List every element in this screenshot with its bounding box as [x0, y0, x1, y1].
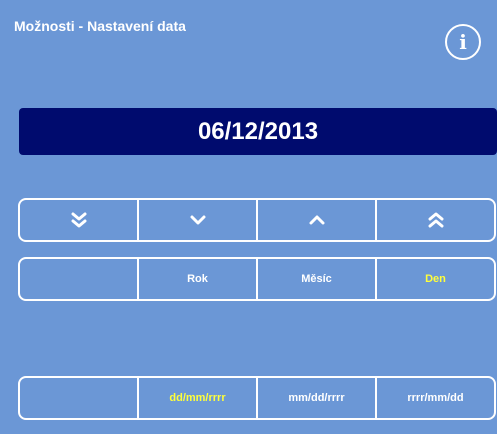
date-display: 06/12/2013: [19, 108, 497, 155]
format-mdy-button[interactable]: mm/dd/rrrr: [256, 378, 375, 418]
date-value: 06/12/2013: [197, 117, 319, 145]
field-year-button[interactable]: Rok: [137, 259, 256, 299]
format-blank: [20, 378, 137, 418]
increase-fast-button[interactable]: [375, 200, 494, 240]
field-day-button[interactable]: Den: [375, 259, 494, 299]
adjust-buttons: [18, 198, 496, 242]
double-chevron-up-icon: [428, 212, 443, 228]
field-selector: Rok Měsíc Den: [18, 257, 496, 301]
page-title: Možnosti - Nastavení data: [14, 18, 186, 34]
chevron-down-icon: [190, 215, 205, 225]
field-blank: [20, 259, 137, 299]
info-button[interactable]: i: [445, 24, 481, 60]
format-selector: dd/mm/rrrr mm/dd/rrrr rrrr/mm/dd: [18, 376, 496, 420]
field-month-button[interactable]: Měsíc: [256, 259, 375, 299]
chevron-up-icon: [309, 215, 324, 225]
decrease-fast-button[interactable]: [20, 200, 137, 240]
format-ymd-button[interactable]: rrrr/mm/dd: [375, 378, 494, 418]
double-chevron-down-icon: [71, 212, 86, 228]
format-dmy-button[interactable]: dd/mm/rrrr: [137, 378, 256, 418]
increase-button[interactable]: [256, 200, 375, 240]
info-icon: i: [459, 30, 467, 54]
decrease-button[interactable]: [137, 200, 256, 240]
